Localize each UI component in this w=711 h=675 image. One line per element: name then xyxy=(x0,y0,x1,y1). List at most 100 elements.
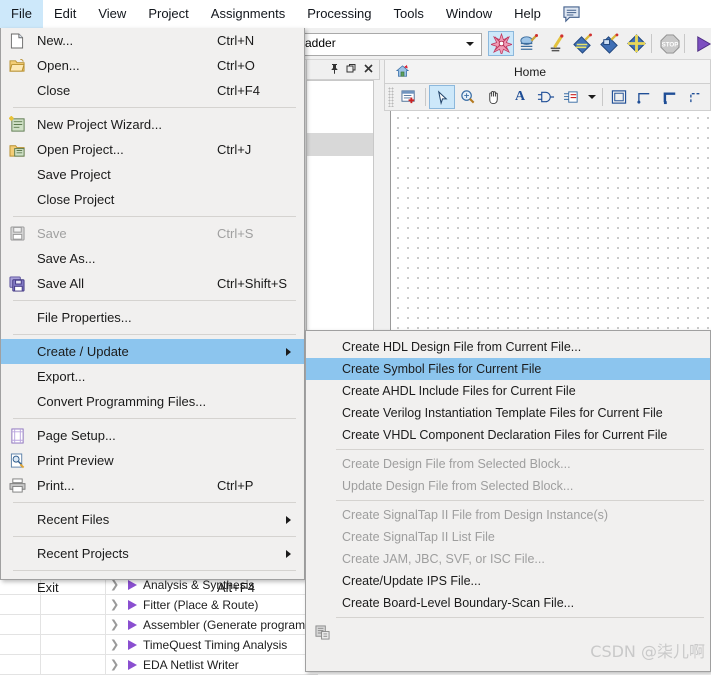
message-bubble-icon[interactable] xyxy=(562,5,581,23)
menu-window[interactable]: Window xyxy=(435,0,503,28)
submenu-item-label: Create JAM, JBC, SVF, or ISC File... xyxy=(342,552,545,566)
menu-item-close-project[interactable]: Close Project xyxy=(1,187,304,212)
menu-item-open[interactable]: Open... Ctrl+O xyxy=(1,53,304,78)
project-combo[interactable]: adder xyxy=(300,33,482,56)
menu-item-shortcut: Ctrl+N xyxy=(217,33,255,48)
table-row[interactable]: ❯ EDA Netlist Writer xyxy=(0,655,318,675)
toolbar-grip[interactable] xyxy=(388,87,394,107)
menu-item-shortcut: Ctrl+P xyxy=(217,478,254,493)
menu-item-recent-projects[interactable]: Recent Projects xyxy=(1,541,304,566)
run-icon[interactable] xyxy=(128,619,137,630)
submenu-item-create-board-level-boundary-scan-file[interactable]: Create Board-Level Boundary-Scan File... xyxy=(306,592,710,614)
submenu-item-create-symbol-files[interactable]: Create Symbol Files for Current File xyxy=(306,358,710,380)
menu-item-label: Print Preview xyxy=(37,453,114,468)
symbol-tool-icon[interactable] xyxy=(533,85,559,109)
print-preview-icon xyxy=(7,451,27,470)
zoom-icon[interactable] xyxy=(455,85,481,109)
menu-item-page-setup[interactable]: Page Setup... xyxy=(1,423,304,448)
submenu-item-create-update-ips-file[interactable]: Create/Update IPS File... xyxy=(306,570,710,592)
menu-item-create-update[interactable]: Create / Update xyxy=(1,339,304,364)
menu-item-print[interactable]: Print... Ctrl+P xyxy=(1,473,304,498)
submenu-item-create-vhdl-component-declaration[interactable]: Create VHDL Component Declaration Files … xyxy=(306,424,710,446)
menu-separator xyxy=(13,216,296,217)
orthogonal-conduit-tool-icon[interactable] xyxy=(684,85,710,109)
programmer-button[interactable] xyxy=(690,31,711,56)
menu-item-new-project-wizard[interactable]: New Project Wizard... xyxy=(1,112,304,137)
text-tool-icon[interactable]: A xyxy=(507,85,533,109)
project-combo-value: adder xyxy=(305,36,336,50)
run-icon[interactable] xyxy=(128,639,137,650)
table-row[interactable]: ❯ TimeQuest Timing Analysis xyxy=(0,635,318,655)
menu-help[interactable]: Help xyxy=(503,0,552,28)
menu-item-convert-programming-files[interactable]: Convert Programming Files... xyxy=(1,389,304,414)
menu-item-save-all[interactable]: Save All Ctrl+Shift+S xyxy=(1,271,304,296)
start-compilation-button[interactable] xyxy=(488,31,514,56)
selection-arrow-icon[interactable] xyxy=(429,85,455,109)
table-row[interactable]: ❯ Assembler (Generate programming xyxy=(0,615,331,635)
toolbar-separator xyxy=(651,34,652,53)
menu-item-export[interactable]: Export... xyxy=(1,364,304,389)
menu-item-label: Save As... xyxy=(37,251,96,266)
svg-text:STOP: STOP xyxy=(662,41,679,48)
menu-separator xyxy=(13,536,296,537)
block-tool-icon[interactable] xyxy=(559,85,585,109)
menu-project[interactable]: Project xyxy=(137,0,199,28)
run-icon[interactable] xyxy=(128,659,137,670)
menu-item-close[interactable]: Close Ctrl+F4 xyxy=(1,78,304,103)
expand-chevron-icon[interactable]: ❯ xyxy=(110,658,119,671)
analysis-synthesis-button[interactable] xyxy=(515,31,541,56)
menu-item-print-preview[interactable]: Print Preview xyxy=(1,448,304,473)
menu-item-save-as[interactable]: Save As... xyxy=(1,246,304,271)
chevron-down-icon[interactable] xyxy=(461,34,478,53)
submenu-item-create-design-file-from-selected-block: Create Design File from Selected Block..… xyxy=(306,453,710,475)
timequest-button[interactable] xyxy=(596,31,622,56)
menu-item-shortcut: Ctrl+J xyxy=(217,142,252,157)
submenu-item-label: Create VHDL Component Declaration Files … xyxy=(342,428,668,442)
menu-item-file-properties[interactable]: File Properties... xyxy=(1,305,304,330)
submenu-arrow-icon xyxy=(286,549,291,558)
menu-item-label: Open Project... xyxy=(37,142,124,157)
assembler-button[interactable] xyxy=(569,31,595,56)
orthogonal-node-tool-icon[interactable] xyxy=(632,85,658,109)
toolbar-separator xyxy=(425,88,426,106)
orthogonal-bus-tool-icon[interactable] xyxy=(658,85,684,109)
submenu-separator xyxy=(336,617,704,618)
menu-assignments[interactable]: Assignments xyxy=(200,0,296,28)
submenu-item-create-verilog-instantiation-template[interactable]: Create Verilog Instantiation Template Fi… xyxy=(306,402,710,424)
menu-separator xyxy=(13,334,296,335)
fitter-button[interactable] xyxy=(542,31,568,56)
menu-item-open-project[interactable]: Open Project... Ctrl+J xyxy=(1,137,304,162)
restore-icon[interactable] xyxy=(346,63,357,77)
menu-edit[interactable]: Edit xyxy=(43,0,87,28)
create-update-submenu[interactable]: Create HDL Design File from Current File… xyxy=(305,330,711,672)
menu-item-exit[interactable]: Exit Alt+F4 xyxy=(1,575,304,600)
eda-netlist-writer-button[interactable] xyxy=(623,31,649,56)
close-icon[interactable] xyxy=(363,63,374,77)
hand-pan-icon[interactable] xyxy=(481,85,507,109)
file-menu-dropdown[interactable]: New... Ctrl+N Open... Ctrl+O Close Ctrl+… xyxy=(0,28,305,595)
menu-item-recent-files[interactable]: Recent Files xyxy=(1,507,304,532)
submenu-item-label: Create Verilog Instantiation Template Fi… xyxy=(342,406,663,420)
pin-icon[interactable] xyxy=(329,63,340,77)
panel-selected-row[interactable] xyxy=(307,133,373,156)
menu-view[interactable]: View xyxy=(87,0,137,28)
expand-chevron-icon[interactable]: ❯ xyxy=(110,638,119,651)
menu-file[interactable]: File xyxy=(0,0,43,28)
submenu-item-create-ahdl-include-files[interactable]: Create AHDL Include Files for Current Fi… xyxy=(306,380,710,402)
expand-chevron-icon[interactable]: ❯ xyxy=(110,618,119,631)
submenu-item-create-hdl-design-file[interactable]: Create HDL Design File from Current File… xyxy=(306,336,710,358)
rectangle-tool-icon[interactable] xyxy=(606,85,632,109)
menu-item-new[interactable]: New... Ctrl+N xyxy=(1,28,304,53)
menu-item-save-project[interactable]: Save Project xyxy=(1,162,304,187)
menu-item-label: Print... xyxy=(37,478,75,493)
menu-processing[interactable]: Processing xyxy=(296,0,382,28)
dropdown-arrow-icon[interactable] xyxy=(585,85,599,109)
menu-item-label: Convert Programming Files... xyxy=(37,394,207,409)
run-icon[interactable] xyxy=(128,599,137,610)
menu-item-shortcut: Ctrl+S xyxy=(217,226,254,241)
stop-button[interactable]: STOP xyxy=(657,31,683,56)
tab-home-label[interactable]: Home xyxy=(410,65,650,79)
menu-item-label: Save All xyxy=(37,276,84,291)
menu-tools[interactable]: Tools xyxy=(383,0,435,28)
new-block-symbol-icon[interactable] xyxy=(396,85,422,109)
